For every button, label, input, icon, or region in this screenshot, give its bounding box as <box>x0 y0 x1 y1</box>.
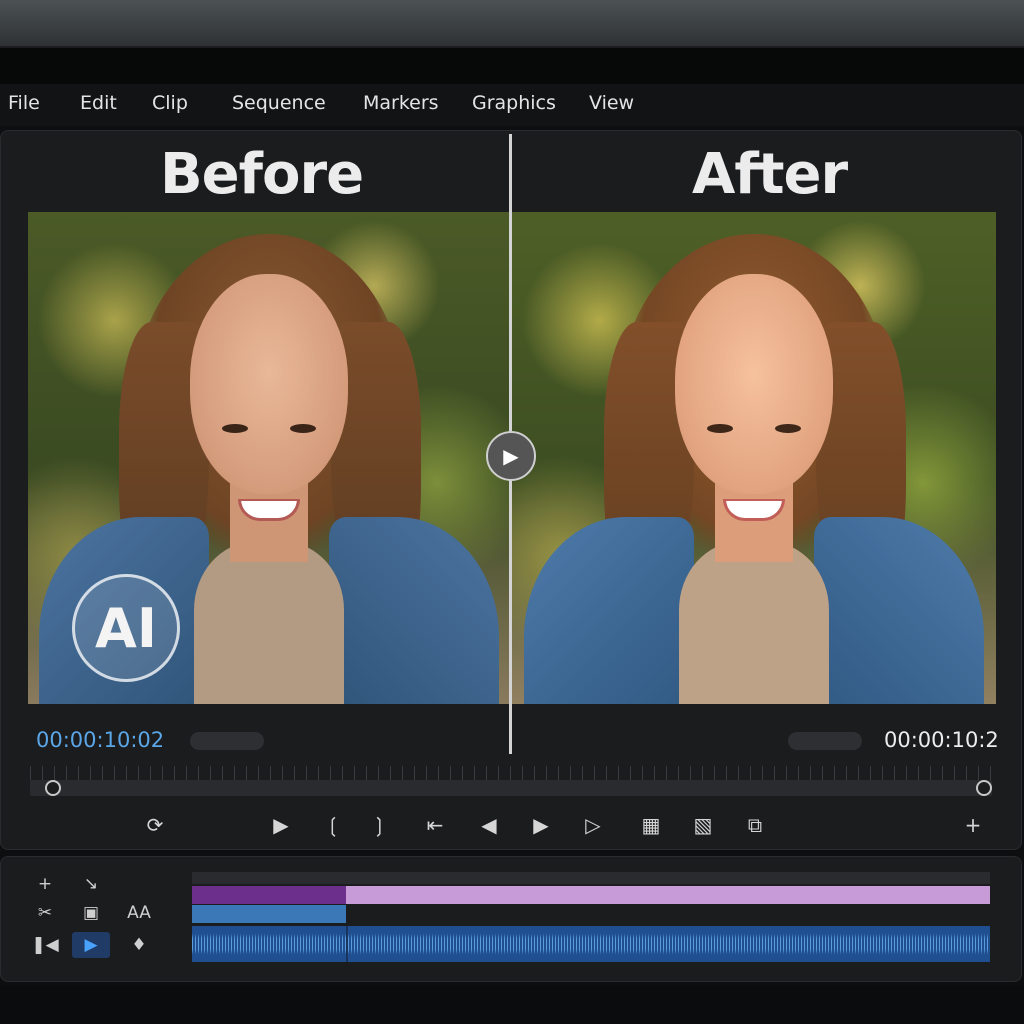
export-frame-icon[interactable]: ⧉ <box>740 812 770 838</box>
mark-out-icon[interactable]: ❳ <box>364 812 394 838</box>
menu-view[interactable]: View <box>589 92 634 114</box>
step-forward-icon[interactable]: ▷ <box>578 812 608 838</box>
pen-icon[interactable]: ♦ <box>124 932 154 958</box>
scrub-bar[interactable] <box>30 780 992 796</box>
time-ruler[interactable] <box>30 766 992 780</box>
menu-bar: File Edit Clip Sequence Markers Graphics… <box>0 84 1024 126</box>
portrait-neck <box>229 482 308 562</box>
portrait-jacket-right <box>328 517 499 704</box>
end-knob[interactable] <box>976 780 992 796</box>
menu-edit[interactable]: Edit <box>80 92 117 114</box>
add-icon[interactable]: + <box>30 871 60 897</box>
play-icon[interactable]: ▶ <box>526 812 556 838</box>
portrait-sweater <box>193 542 344 704</box>
device-bezel-bottom <box>0 986 1024 1024</box>
portrait-jacket-left <box>524 517 694 704</box>
audio-clip[interactable] <box>192 926 990 962</box>
portrait-eye-right <box>289 424 316 433</box>
current-timecode[interactable]: 00:00:10:02 <box>36 728 164 752</box>
zoom-pill-right[interactable] <box>788 732 862 750</box>
linked-clip[interactable] <box>192 905 346 923</box>
portrait-face <box>189 274 348 521</box>
play-icon[interactable]: ▶ <box>266 812 296 838</box>
mark-in-icon[interactable]: ❲ <box>318 812 348 838</box>
menu-sequence[interactable]: Sequence <box>232 92 326 114</box>
play-icon: ▶ <box>503 444 519 468</box>
ripple-icon[interactable]: ↘ <box>76 871 106 897</box>
playhead-knob[interactable] <box>45 780 61 796</box>
step-back-icon[interactable]: ◀ <box>474 812 504 838</box>
portrait-sweater <box>679 542 829 704</box>
extract-icon[interactable]: ▧ <box>688 812 718 838</box>
portrait-neck <box>715 482 793 562</box>
device-bezel <box>0 0 1024 48</box>
menu-file[interactable]: File <box>8 92 40 114</box>
audio-waveform <box>192 926 990 962</box>
razor-icon[interactable]: ✂ <box>30 900 60 926</box>
portrait-eye-left <box>707 424 733 433</box>
screen-top-strip <box>0 48 1024 84</box>
after-label: After <box>692 142 848 207</box>
portrait-eye-right <box>775 424 801 433</box>
add-icon[interactable]: + <box>958 812 988 838</box>
ai-badge: AI <box>72 574 180 682</box>
menu-graphics[interactable]: Graphics <box>472 92 556 114</box>
portrait-eye-left <box>221 424 248 433</box>
audio-cut-point <box>346 926 348 962</box>
track-ruler <box>192 872 990 884</box>
text-icon[interactable]: AA <box>124 900 154 926</box>
video-clip-before[interactable] <box>192 886 346 904</box>
menu-markers[interactable]: Markers <box>363 92 439 114</box>
go-to-in-icon[interactable]: ⇤ <box>420 812 450 838</box>
lift-icon[interactable]: ▦ <box>636 812 666 838</box>
lock-icon[interactable]: ▣ <box>76 900 106 926</box>
after-frame <box>512 212 996 704</box>
portrait-face <box>675 274 833 521</box>
portrait-jacket-right <box>814 517 984 704</box>
video-clip-after[interactable] <box>346 886 990 904</box>
selection-icon[interactable]: ▶ <box>72 932 110 958</box>
duration-timecode: 00:00:10:2 <box>884 728 999 752</box>
loop-icon[interactable]: ⟳ <box>140 812 170 838</box>
zoom-pill-left[interactable] <box>190 732 264 750</box>
before-label: Before <box>160 142 364 207</box>
track-select-icon[interactable]: ❚◀ <box>30 932 60 958</box>
menu-clip[interactable]: Clip <box>152 92 188 114</box>
splitter-handle[interactable]: ▶ <box>486 431 536 481</box>
